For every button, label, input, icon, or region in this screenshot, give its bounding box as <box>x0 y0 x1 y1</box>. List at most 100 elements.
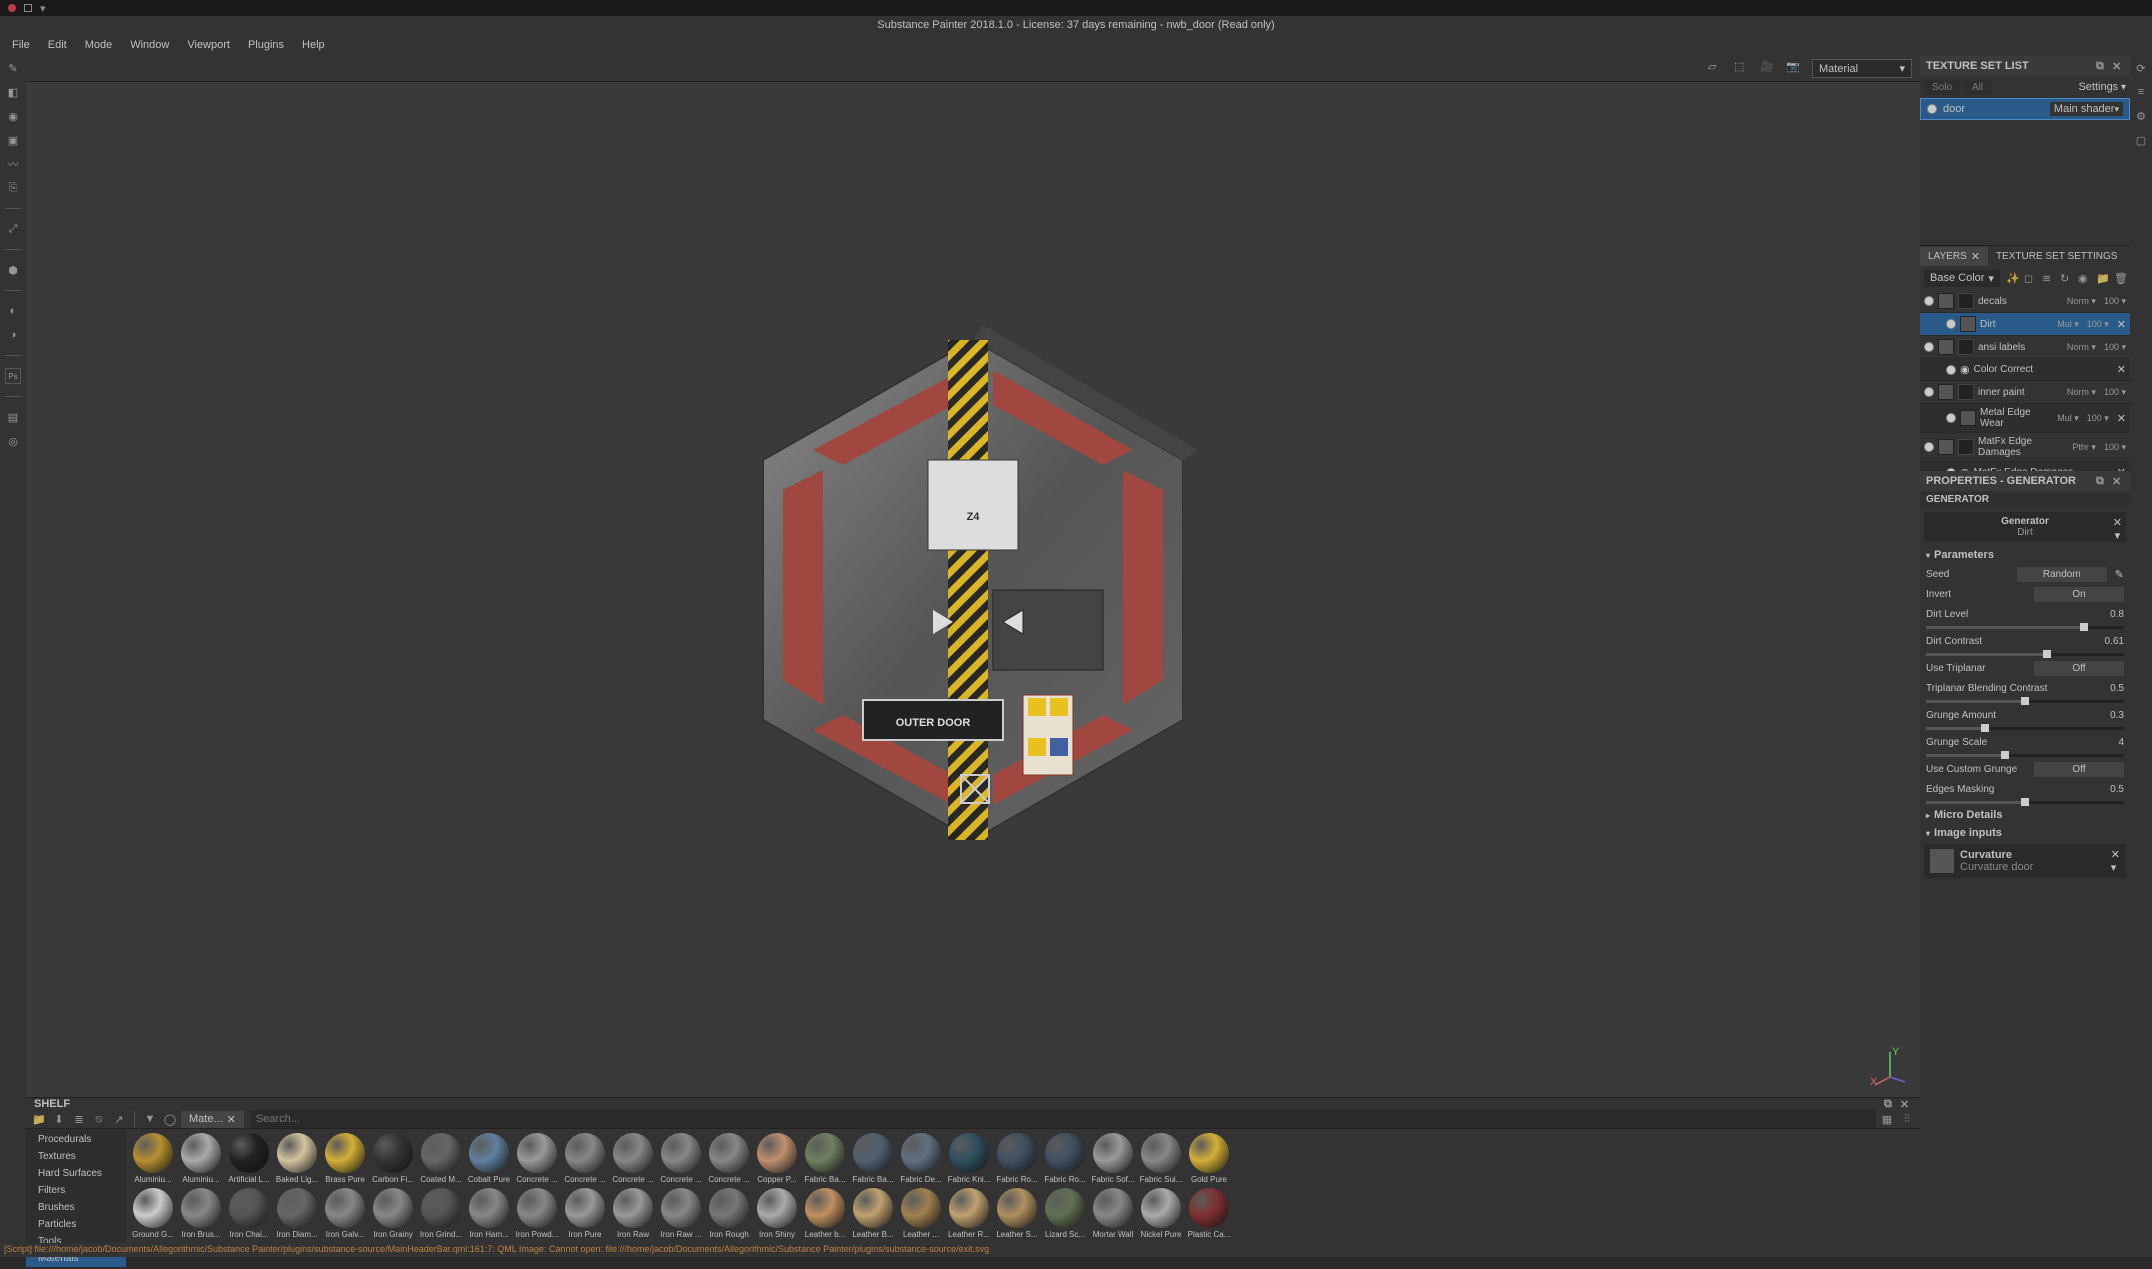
perspective-icon[interactable]: ▱ <box>1708 60 1726 78</box>
material-item[interactable]: Fabric Sui... <box>1138 1133 1184 1184</box>
param-button[interactable]: Off <box>2034 762 2124 777</box>
add-mask-icon[interactable]: ◻ <box>2024 272 2036 284</box>
layer-row[interactable]: DirtMul ▾100 ▾✕ <box>1920 313 2130 336</box>
material-item[interactable]: Concrete ... <box>706 1133 752 1184</box>
cube-tool-icon[interactable]: ⬢ <box>5 262 21 278</box>
opacity-dropdown[interactable]: 100 ▾ <box>2104 296 2126 307</box>
tab-texture-set-settings[interactable]: TEXTURE SET SETTINGS <box>1988 248 2126 265</box>
material-item[interactable]: Nickel Pure <box>1138 1188 1184 1239</box>
layer-thumb-icon[interactable] <box>1960 410 1976 426</box>
param-button[interactable]: Off <box>2034 661 2124 676</box>
tab-layers[interactable]: LAYERS✕ <box>1920 247 1988 266</box>
window-close-icon[interactable] <box>8 4 16 12</box>
add-paint-icon[interactable]: ↻ <box>2060 272 2072 284</box>
texture-set-item[interactable]: door Main shader▾ <box>1920 98 2130 120</box>
undock-icon[interactable]: ⧉ <box>2096 60 2108 72</box>
slider[interactable] <box>1926 626 2124 629</box>
shelf-tab-materials[interactable]: Mate...✕ <box>181 1111 244 1128</box>
material-item[interactable]: Iron Shiny <box>754 1188 800 1239</box>
layer-row[interactable]: inner paintNorm ▾100 ▾ <box>1920 381 2130 404</box>
material-item[interactable]: Baked Lig... <box>274 1133 320 1184</box>
menu-edit[interactable]: Edit <box>40 36 75 54</box>
material-dropdown[interactable]: Material▾ <box>1812 59 1912 78</box>
shelf-cat-hard surfaces[interactable]: Hard Surfaces <box>26 1165 126 1182</box>
camera-icon[interactable]: 🎥 <box>1760 60 1778 78</box>
all-button[interactable]: All <box>1964 80 1991 95</box>
close-icon[interactable]: ✕ <box>1900 1098 1912 1110</box>
folder-icon[interactable]: 📁 <box>30 1110 48 1128</box>
visibility-icon[interactable] <box>1946 413 1956 423</box>
layer-mask-icon[interactable] <box>1958 384 1974 400</box>
iray-icon[interactable]: ◐ <box>5 303 21 319</box>
material-item[interactable]: Fabric De... <box>898 1133 944 1184</box>
menu-mode[interactable]: Mode <box>77 36 121 54</box>
folder-icon[interactable]: 📁 <box>2096 272 2108 284</box>
material-item[interactable]: Aluminiu... <box>178 1133 224 1184</box>
slider[interactable] <box>1926 754 2124 757</box>
param-button[interactable]: Random <box>2017 567 2107 582</box>
shader-dropdown[interactable]: Main shader▾ <box>2050 102 2123 116</box>
hide-icon[interactable]: ⦸ <box>90 1110 108 1128</box>
visibility-icon[interactable] <box>1924 442 1934 452</box>
shelf-cat-filters[interactable]: Filters <box>26 1182 126 1199</box>
blend-mode-dropdown[interactable]: Mul ▾ <box>2057 319 2079 330</box>
yin-icon[interactable]: ◑ <box>5 327 21 343</box>
projection-tool-icon[interactable]: ◉ <box>5 108 21 124</box>
material-item[interactable]: Mortar Wall <box>1090 1188 1136 1239</box>
menu-help[interactable]: Help <box>294 36 333 54</box>
layer-row[interactable]: MatFx Edge DamagesPthr ▾100 ▾ <box>1920 433 2130 462</box>
opacity-dropdown[interactable]: 100 ▾ <box>2087 413 2109 424</box>
picker-tool-icon[interactable]: ⤢ <box>5 221 21 237</box>
layer-row[interactable]: Metal Edge WearMul ▾100 ▾✕ <box>1920 404 2130 433</box>
delete-icon[interactable]: 🗑 <box>2114 272 2126 284</box>
micro-details-header[interactable]: ▸Micro Details <box>1920 806 2130 824</box>
add-fill-icon[interactable]: ≋ <box>2042 272 2054 284</box>
material-item[interactable]: Iron Pure <box>562 1188 608 1239</box>
store-icon[interactable]: ▤ <box>5 409 21 425</box>
close-icon[interactable]: ✕ <box>2112 60 2124 72</box>
remove-input-icon[interactable]: ✕▾ <box>2111 848 2120 874</box>
material-item[interactable]: Iron Grainy <box>370 1188 416 1239</box>
material-item[interactable]: Leather S... <box>994 1188 1040 1239</box>
material-item[interactable]: Brass Pure <box>322 1133 368 1184</box>
material-item[interactable]: Gold Pure <box>1186 1133 1232 1184</box>
slider[interactable] <box>1926 700 2124 703</box>
settings-icon[interactable]: ⚙ <box>2133 108 2149 124</box>
visibility-icon[interactable] <box>1946 365 1956 375</box>
material-item[interactable]: Iron Powd... <box>514 1188 560 1239</box>
import-icon[interactable]: ⬇ <box>50 1110 68 1128</box>
layer-row[interactable]: ansi labelsNorm ▾100 ▾ <box>1920 336 2130 359</box>
layers-icon[interactable]: ≣ <box>70 1110 88 1128</box>
blend-mode-dropdown[interactable]: Norm ▾ <box>2067 342 2096 353</box>
material-item[interactable]: Artificial L... <box>226 1133 272 1184</box>
image-inputs-header[interactable]: ▾Image inputs <box>1920 824 2130 842</box>
slider[interactable] <box>1926 801 2124 804</box>
layer-mask-icon[interactable] <box>1958 293 1974 309</box>
layer-thumb-icon[interactable] <box>1938 384 1954 400</box>
parameters-header[interactable]: ▾Parameters <box>1920 546 2130 564</box>
solo-button[interactable]: Solo <box>1924 80 1960 95</box>
material-item[interactable]: Leather R... <box>946 1188 992 1239</box>
3d-viewport[interactable]: Z4 OUTER DOOR Y X <box>26 82 1920 1097</box>
material-item[interactable]: Copper P... <box>754 1133 800 1184</box>
channel-dropdown[interactable]: Base Color▾ <box>1924 270 2000 287</box>
visibility-icon[interactable] <box>1924 342 1934 352</box>
shelf-cat-textures[interactable]: Textures <box>26 1148 126 1165</box>
material-item[interactable]: Iron Raw ... <box>658 1188 704 1239</box>
shelf-cat-particles[interactable]: Particles <box>26 1216 126 1233</box>
edit-icon[interactable]: ✎ <box>2115 568 2124 581</box>
add-smart-icon[interactable]: ◉ <box>2078 272 2090 284</box>
grid-large-icon[interactable]: ▦ <box>1878 1110 1896 1128</box>
menu-window[interactable]: Window <box>122 36 177 54</box>
layer-row[interactable]: decalsNorm ▾100 ▾ <box>1920 290 2130 313</box>
ps-export-icon[interactable]: Ps <box>5 368 21 384</box>
layer-thumb-icon[interactable] <box>1938 439 1954 455</box>
remove-effect-icon[interactable]: ✕ <box>2117 363 2126 376</box>
opacity-dropdown[interactable]: 100 ▾ <box>2104 442 2126 453</box>
visibility-icon[interactable] <box>1924 296 1934 306</box>
clone-tool-icon[interactable]: ⎘ <box>5 180 21 196</box>
material-item[interactable]: Concrete ... <box>562 1133 608 1184</box>
material-item[interactable]: Plastic Ca... <box>1186 1188 1232 1239</box>
visibility-icon[interactable] <box>1924 387 1934 397</box>
export-icon[interactable]: ↗ <box>110 1110 128 1128</box>
